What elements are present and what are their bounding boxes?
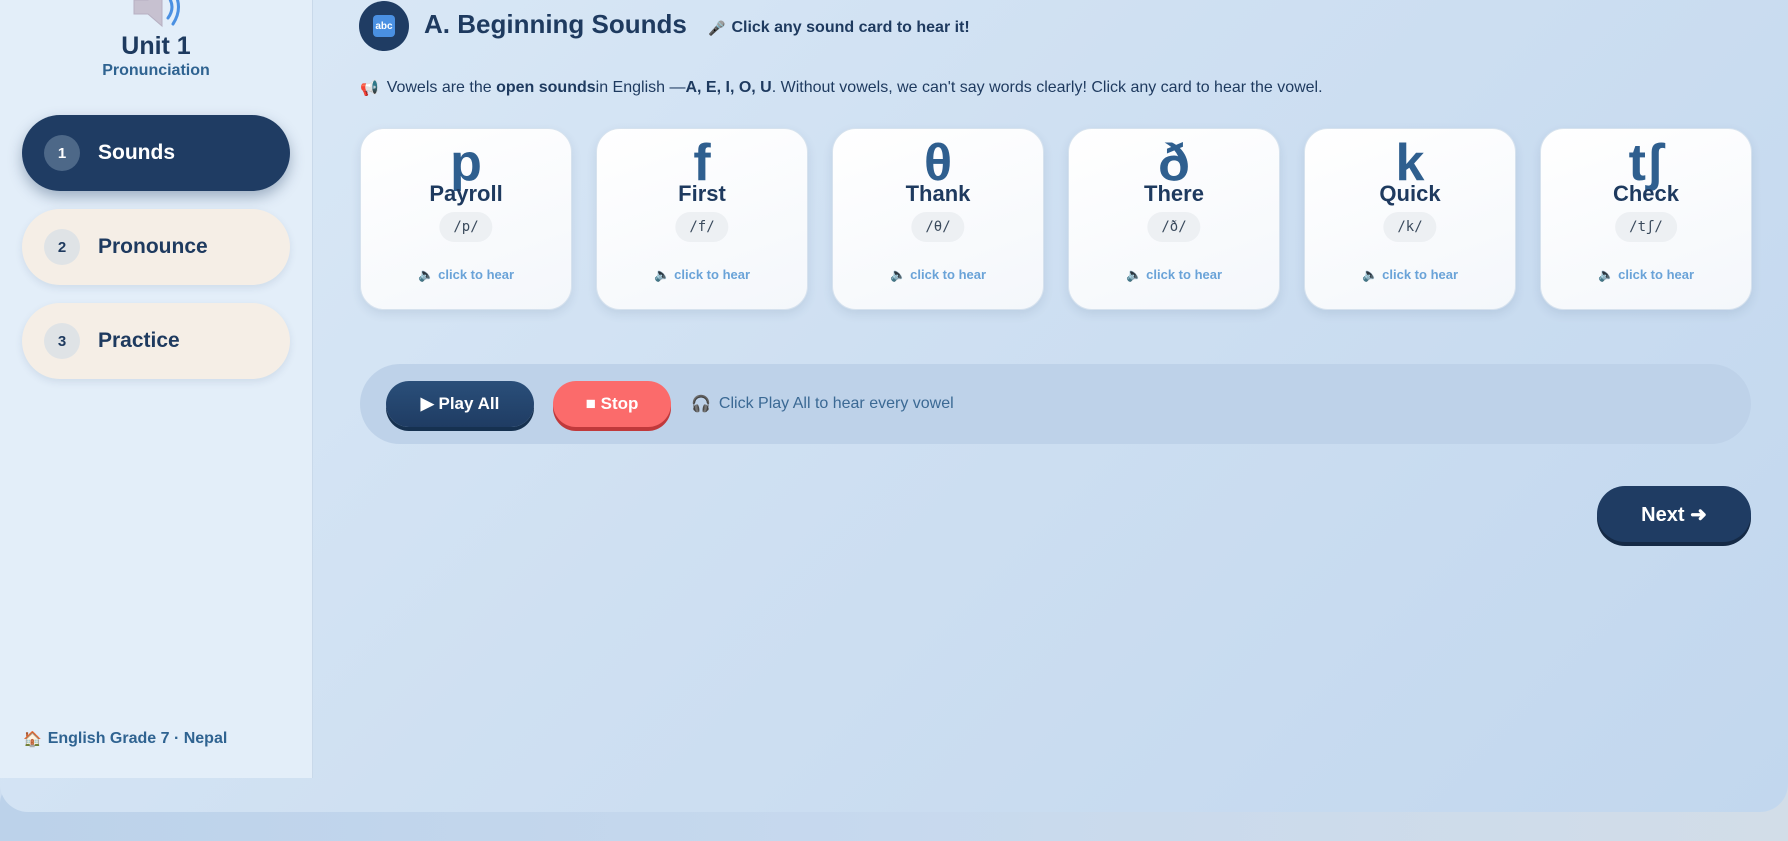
- card-hear: 🔈 click to hear: [1069, 267, 1279, 283]
- speaker-icon: 🔈: [1361, 267, 1379, 282]
- sound-card-p[interactable]: p Payroll /p/ 🔈 click to hear: [360, 128, 572, 310]
- section-title: A. Beginning Sounds: [424, 9, 687, 39]
- unit-subtitle: Pronunciation: [102, 62, 210, 79]
- section-hint-text: Click any sound card to hear it!: [731, 19, 970, 36]
- next-button[interactable]: Next ➜: [1597, 486, 1751, 542]
- intro-text: 📢 Vowels are the open sounds in English …: [360, 79, 1323, 97]
- step-number: 3: [44, 323, 80, 359]
- card-ipa: /tʃ/: [1615, 212, 1677, 242]
- card-hear-label: click to hear: [1382, 267, 1459, 282]
- section-badge: abc: [359, 1, 409, 51]
- card-hear-label: click to hear: [1618, 267, 1695, 282]
- intro-bold-vowels: A, E, I, O, U: [685, 79, 772, 96]
- sidebar-item-label: Pronounce: [98, 235, 208, 258]
- unit-title: Unit 1: [121, 32, 191, 60]
- card-hear-label: click to hear: [674, 267, 751, 282]
- intro-bold-open-sounds: open sounds: [496, 79, 596, 96]
- card-ipa: /ð/: [1147, 212, 1201, 242]
- footer-label: English Grade 7 · Nepal: [47, 730, 228, 747]
- headphones-icon: 🎧: [691, 396, 711, 413]
- card-word: Quick: [1379, 181, 1441, 206]
- house-icon: 🏠: [23, 731, 42, 748]
- speaker-icon: 🔈: [417, 267, 435, 282]
- sidebar-item-practice[interactable]: 3 Practice: [22, 303, 290, 379]
- card-hear: 🔈 click to hear: [833, 267, 1043, 283]
- card-hear: 🔈 click to hear: [1305, 267, 1515, 283]
- intro-suffix: . Without vowels, we can't say words cle…: [771, 79, 1323, 96]
- speaker-icon: 🔈: [1125, 267, 1143, 282]
- card-word: Payroll: [429, 181, 503, 206]
- card-hear: 🔈 click to hear: [1541, 267, 1751, 283]
- sound-card-theta[interactable]: θ Thank /θ/ 🔈 click to hear: [832, 128, 1044, 310]
- sidebar: Unit 1 Pronunciation 1 Sounds 2 Pronounc…: [0, 0, 313, 778]
- sidebar-item-label: Practice: [98, 329, 180, 352]
- step-number: 1: [44, 135, 80, 171]
- section-hint: 🎤 Click any sound card to hear it!: [708, 19, 970, 37]
- card-hear-label: click to hear: [1146, 267, 1223, 282]
- card-ipa: /θ/: [911, 212, 965, 242]
- card-ipa: /k/: [1383, 212, 1437, 242]
- card-hear: 🔈 click to hear: [597, 267, 807, 283]
- speaker-icon: 🔈: [1597, 267, 1615, 282]
- sound-card-k[interactable]: k Quick /k/ 🔈 click to hear: [1304, 128, 1516, 310]
- controls-hint-text: Click Play All to hear every vowel: [718, 395, 954, 412]
- speaker-logo-icon: [133, 0, 180, 28]
- sound-card-tesh[interactable]: tʃ Check /tʃ/ 🔈 click to hear: [1540, 128, 1752, 310]
- sidebar-item-label: Sounds: [98, 141, 175, 164]
- abc-icon: abc: [373, 15, 395, 37]
- card-hear-label: click to hear: [438, 267, 515, 282]
- card-ipa: /p/: [439, 212, 493, 242]
- microphone-icon: 🎤: [708, 19, 726, 36]
- card-word: Check: [1612, 181, 1680, 206]
- sidebar-footer: 🏠 English Grade 7 · Nepal: [23, 730, 227, 748]
- intro-middle: in English —: [595, 79, 686, 96]
- sound-card-eth[interactable]: ð There /ð/ 🔈 click to hear: [1068, 128, 1280, 310]
- intro-prefix: Vowels are the: [386, 79, 492, 96]
- card-word: Thank: [905, 181, 971, 206]
- card-hear: 🔈 click to hear: [361, 267, 571, 283]
- card-ipa: /f/: [675, 212, 729, 242]
- megaphone-icon: 📢: [360, 80, 379, 97]
- card-word: There: [1144, 181, 1204, 206]
- playback-controls: ▶ Play All ■ Stop 🎧 Click Play All to he…: [360, 364, 1751, 444]
- controls-hint: 🎧 Click Play All to hear every vowel: [691, 394, 954, 414]
- card-hear-label: click to hear: [910, 267, 987, 282]
- sound-card-f[interactable]: f First /f/ 🔈 click to hear: [596, 128, 808, 310]
- play-all-button[interactable]: ▶ Play All: [386, 381, 534, 427]
- step-number: 2: [44, 229, 80, 265]
- stop-button[interactable]: ■ Stop: [553, 381, 671, 427]
- speaker-icon: 🔈: [889, 267, 907, 282]
- card-word: First: [678, 181, 726, 206]
- speaker-icon: 🔈: [653, 267, 671, 282]
- sidebar-item-pronounce[interactable]: 2 Pronounce: [22, 209, 290, 285]
- sidebar-item-sounds[interactable]: 1 Sounds: [22, 115, 290, 191]
